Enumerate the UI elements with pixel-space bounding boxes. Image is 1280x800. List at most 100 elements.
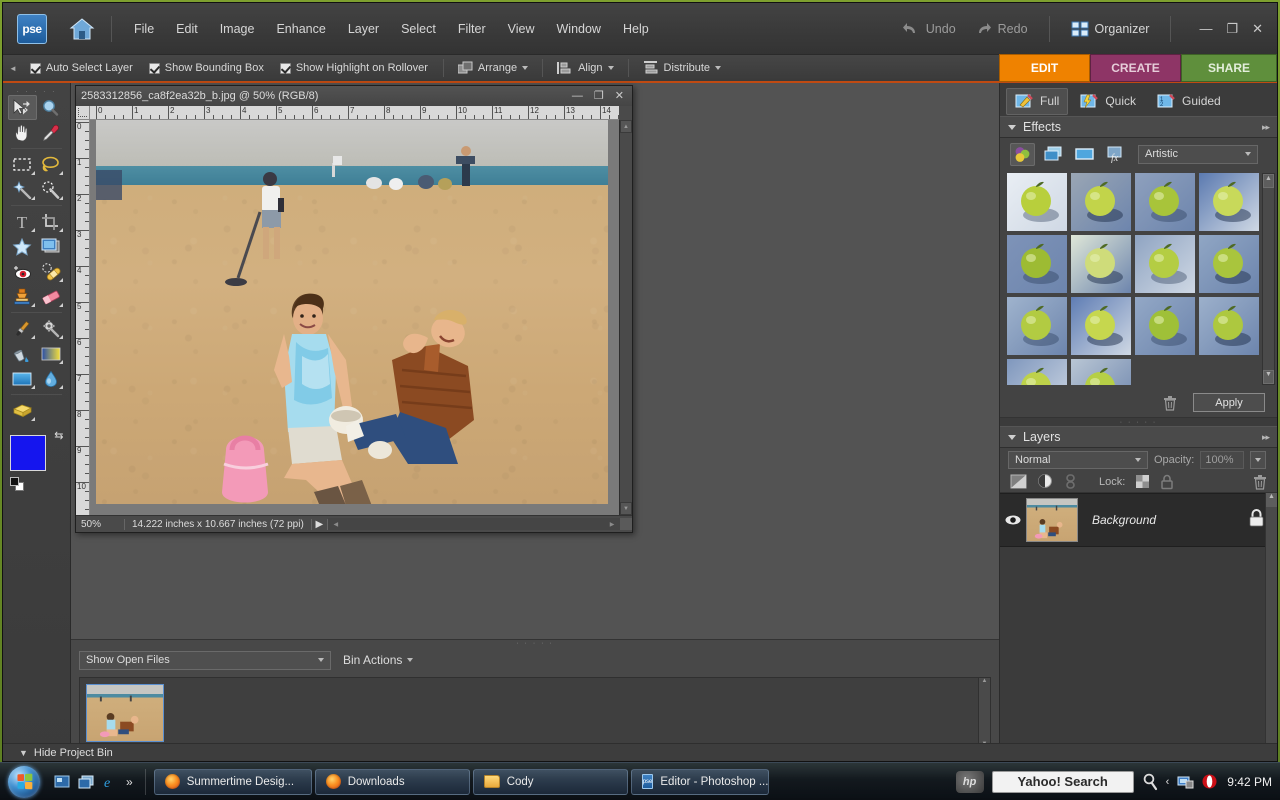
crop-tool[interactable] (37, 209, 66, 234)
blend-mode-select[interactable]: Normal (1008, 450, 1148, 469)
status-menu-arrow-icon[interactable]: ▶ (312, 518, 328, 530)
new-layer-icon[interactable] (1010, 474, 1027, 489)
home-icon[interactable] (65, 12, 99, 46)
maximize-button[interactable]: ❐ (1226, 22, 1238, 35)
yahoo-search-input[interactable]: Yahoo! Search (991, 770, 1134, 793)
filters-button[interactable] (1010, 142, 1035, 166)
tab-share[interactable]: SHARE (1181, 54, 1277, 82)
menu-help[interactable]: Help (613, 17, 659, 41)
menu-file[interactable]: File (124, 17, 164, 41)
toolbox-grip[interactable]: · · · · · (3, 87, 70, 96)
delete-layer-trash-icon[interactable] (1253, 474, 1267, 490)
horizontal-scroll-track[interactable]: ◀ ▶ (327, 518, 632, 530)
network-icon[interactable] (1177, 775, 1194, 789)
shape-tool[interactable] (8, 366, 37, 391)
effect-thumbnail-colored-pencil[interactable] (1007, 173, 1067, 231)
cookie-cutter-tool[interactable] (8, 234, 37, 259)
organizer-button[interactable]: Organizer (1062, 17, 1159, 41)
search-icon[interactable] (1142, 773, 1158, 791)
opacity-dropdown-button[interactable] (1250, 450, 1267, 469)
canvas-vertical-scrollbar[interactable]: ▲ ▼ (619, 120, 632, 515)
effect-thumbnail-poster-edges[interactable] (1071, 297, 1131, 355)
eraser-tool[interactable] (37, 284, 66, 309)
effect-thumbnail-rough-pastels[interactable] (1135, 297, 1195, 355)
close-button[interactable]: ✕ (1252, 22, 1263, 35)
chevron-left-icon[interactable]: ‹ (1166, 776, 1170, 788)
gradient-tool[interactable] (37, 341, 66, 366)
effects-scroll-down-arrow[interactable]: ▼ (1263, 370, 1274, 384)
switch-windows-icon[interactable] (76, 772, 96, 792)
smart-brush-tool[interactable] (37, 316, 66, 341)
move-tool[interactable] (8, 95, 37, 120)
tab-quick-edit[interactable]: Quick (1071, 88, 1145, 115)
sponge-tool[interactable] (8, 398, 37, 423)
undo-button[interactable]: Undo (893, 18, 965, 40)
all-effects-button[interactable]: fx (1103, 143, 1128, 166)
checkerboard-lock-icon[interactable] (1135, 474, 1150, 489)
document-title-bar[interactable]: 2583312856_ca8f2ea32b_b.jpg @ 50% (RGB/8… (76, 86, 632, 106)
effect-thumbnail-neon-glow[interactable] (1071, 235, 1131, 293)
straighten-tool[interactable] (37, 234, 66, 259)
taskbar-item-editor[interactable]: pse Editor - Photoshop ... (630, 768, 769, 795)
menu-layer[interactable]: Layer (338, 17, 389, 41)
internet-explorer-icon[interactable]: e (100, 772, 120, 792)
scroll-down-arrow[interactable]: ▼ (620, 502, 632, 515)
collapse-caret-icon[interactable] (1008, 434, 1016, 440)
panel-more-icon[interactable]: ▸▸ (1262, 432, 1270, 443)
show-desktop-icon[interactable] (52, 772, 72, 792)
quick-selection-tool[interactable] (37, 177, 66, 202)
show-highlight-on-rollover-checkbox[interactable]: Show Highlight on Rollover (273, 62, 435, 74)
opera-icon[interactable] (1202, 774, 1217, 789)
half-circle-adjustment-icon[interactable] (1037, 474, 1054, 489)
blur-tool[interactable] (37, 366, 66, 391)
panel-more-icon[interactable]: ▸▸ (1262, 122, 1270, 133)
layers-scrollbar[interactable]: ▲ (1265, 493, 1277, 761)
redo-button[interactable]: Redo (965, 18, 1037, 40)
hp-icon[interactable]: hp (955, 770, 984, 793)
menu-select[interactable]: Select (391, 17, 446, 41)
doc-minimize-button[interactable]: — (572, 90, 583, 102)
layer-thumbnail[interactable] (1026, 498, 1078, 542)
tab-edit[interactable]: EDIT (999, 54, 1090, 82)
effect-thumbnail-paint-daubs[interactable] (1135, 235, 1195, 293)
image-canvas[interactable] (90, 120, 619, 515)
effects-scroll-up-arrow[interactable]: ▲ (1263, 174, 1274, 188)
link-icon[interactable] (1064, 473, 1077, 490)
effects-thumbnail-grid[interactable] (1007, 173, 1259, 385)
brush-tool[interactable] (8, 316, 37, 341)
distribute-button[interactable]: Distribute (637, 61, 727, 75)
effect-thumbnail-smudge-stick[interactable] (1199, 297, 1259, 355)
hide-project-bin-button[interactable]: ▼ Hide Project Bin (3, 743, 1277, 761)
menu-window[interactable]: Window (547, 17, 611, 41)
bin-scroll-up-arrow[interactable]: ▲ (979, 678, 990, 690)
vertical-ruler[interactable]: 0 1 2 3 4 5 6 7 8 9 10 (76, 120, 90, 515)
layers-scroll-up-arrow[interactable]: ▲ (1266, 493, 1277, 507)
collapse-caret-icon[interactable] (1008, 124, 1016, 130)
layers-panel-header[interactable]: Layers ▸▸ (1000, 426, 1277, 448)
ruler-origin-corner[interactable] (76, 106, 90, 120)
options-bar-caret-icon[interactable]: ◄ (9, 64, 17, 73)
effect-thumbnail-film-grain[interactable] (1199, 173, 1259, 231)
tab-create[interactable]: CREATE (1090, 54, 1181, 82)
layers-list[interactable]: Background ▲ (1000, 493, 1277, 761)
effects-category-select[interactable]: Artistic (1138, 144, 1258, 164)
menu-enhance[interactable]: Enhance (266, 17, 335, 41)
horizontal-ruler[interactable]: 0 1 2 3 4 5 6 7 8 9 10 11 12 13 14 (90, 106, 619, 120)
layers-panel-grip[interactable]: · · · · · (1000, 418, 1277, 426)
layer-row-background[interactable]: Background (1000, 493, 1277, 547)
layer-visibility-eye-icon[interactable] (1000, 514, 1026, 526)
project-bin-grip[interactable]: · · · · · (71, 640, 999, 647)
padlock-icon[interactable] (1160, 474, 1174, 490)
menu-view[interactable]: View (498, 17, 545, 41)
effects-panel-header[interactable]: Effects ▸▸ (1000, 116, 1277, 138)
default-colors-icon[interactable] (9, 477, 24, 491)
layer-styles-button[interactable] (1041, 143, 1066, 166)
scroll-right-arrow[interactable]: ▶ (604, 521, 620, 528)
doc-close-button[interactable]: ✕ (615, 90, 624, 102)
chevron-more-icon[interactable]: » (124, 775, 135, 789)
trash-icon[interactable] (1163, 395, 1177, 411)
foreground-color-swatch[interactable] (9, 435, 46, 471)
taskbar-item-summertime[interactable]: Summertime Desig... (153, 768, 312, 795)
tab-guided-edit[interactable]: 1 2 Guided (1148, 88, 1230, 115)
hand-tool[interactable] (8, 120, 37, 145)
